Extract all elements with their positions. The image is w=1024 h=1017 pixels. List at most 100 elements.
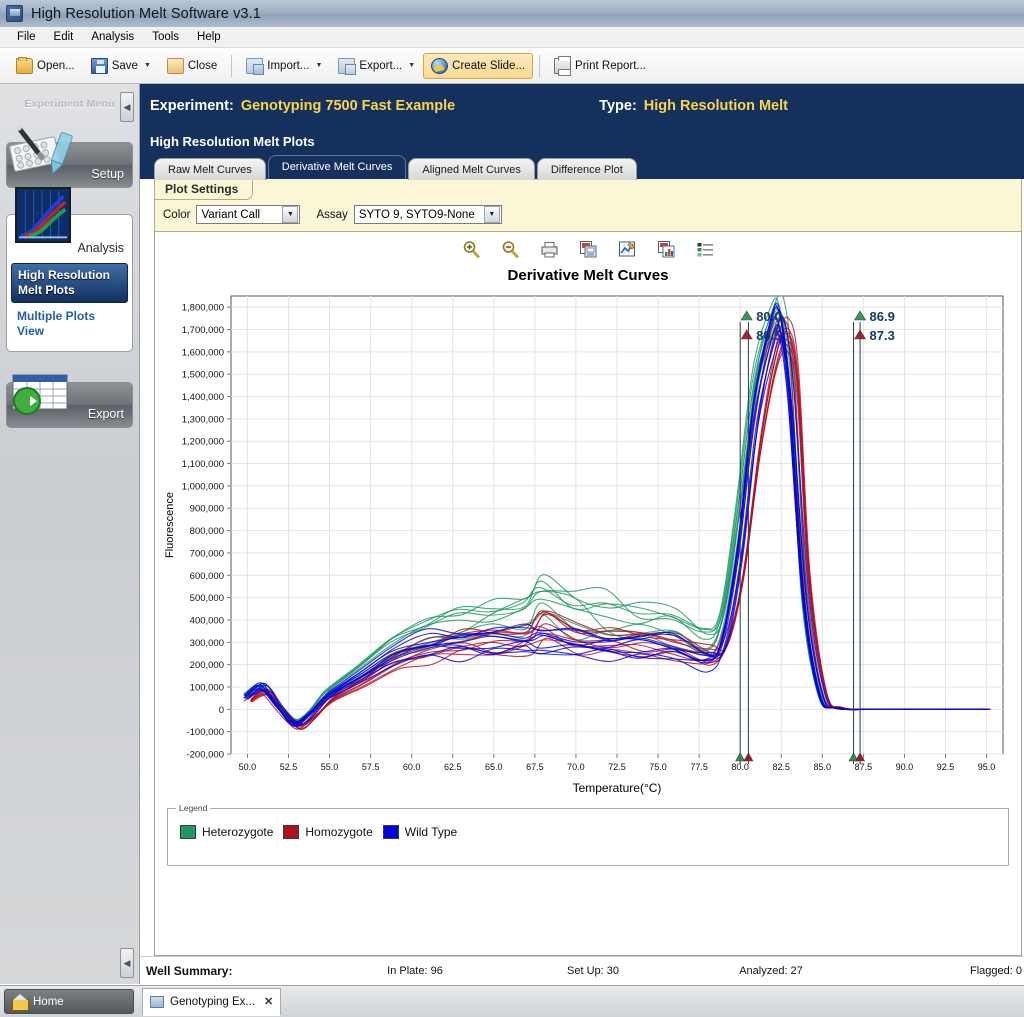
folder-open-icon xyxy=(16,56,33,74)
color-select-value: Variant Call xyxy=(201,208,261,221)
legend-caption: Legend xyxy=(176,803,211,813)
sidebar-item-setup[interactable]: Setup xyxy=(6,126,133,188)
menu-item-edit[interactable]: Edit xyxy=(45,29,83,45)
y-tick-label: 1,100,000 xyxy=(182,459,224,470)
marker-value-label: 86.9 xyxy=(870,309,895,324)
chart-toolbar xyxy=(155,232,1021,263)
y-tick-label: -100,000 xyxy=(186,727,224,738)
menu-item-tools[interactable]: Tools xyxy=(143,29,188,45)
tab-derivative-melt-curves[interactable]: Derivative Melt Curves xyxy=(267,155,407,179)
content-area: Experiment: Genotyping 7500 Fast Example… xyxy=(140,84,1024,984)
zoom-in-icon[interactable] xyxy=(462,240,481,259)
export-button-label: Export... xyxy=(359,59,403,72)
legend-item-heterozygote[interactable]: Heterozygote xyxy=(180,825,273,839)
y-tick-label: 800,000 xyxy=(190,526,224,537)
chevron-down-icon[interactable]: ▼ xyxy=(282,206,299,223)
sidebar-section-analysis: Analysis High Resolution Melt Plots Mult… xyxy=(6,187,133,352)
create-slide-button[interactable]: Create Slide... xyxy=(423,52,534,79)
chevron-down-icon[interactable]: ▼ xyxy=(408,62,415,69)
y-tick-label: 600,000 xyxy=(190,571,224,582)
menu-item-analysis[interactable]: Analysis xyxy=(82,29,143,45)
export-button[interactable]: Export... ▼ xyxy=(330,53,423,79)
analysis-panel: Analysis High Resolution Melt Plots Mult… xyxy=(6,187,133,352)
open-button[interactable]: Open... xyxy=(8,53,83,79)
well-summary-in-plate: In Plate: 96 xyxy=(387,964,443,977)
menu-item-file[interactable]: File xyxy=(8,29,45,45)
y-tick-label: 1,500,000 xyxy=(182,370,224,381)
open-button-label: Open... xyxy=(37,59,75,72)
floppy-disk-icon xyxy=(90,57,108,74)
chart-title: Derivative Melt Curves xyxy=(507,267,669,284)
x-tick-label: 82.5 xyxy=(772,762,790,772)
marker-value-label: 87.3 xyxy=(870,328,895,343)
marker-value-label: 80.5 xyxy=(756,328,781,343)
chevron-down-icon[interactable]: ▼ xyxy=(483,206,500,223)
y-tick-label: -200,000 xyxy=(186,750,224,761)
assay-select-value: SYTO 9, SYTO9-None xyxy=(358,208,475,221)
y-tick-label: 1,600,000 xyxy=(182,347,224,358)
tab-aligned-melt-curves[interactable]: Aligned Melt Curves xyxy=(408,158,535,180)
close-icon[interactable]: ✕ xyxy=(264,995,273,1008)
legend-item-wild-type[interactable]: Wild Type xyxy=(382,825,457,839)
window-title: High Resolution Melt Software v3.1 xyxy=(31,5,261,22)
create-slide-button-label: Create Slide... xyxy=(452,59,526,72)
marker-value-label: 80.0 xyxy=(756,309,781,324)
print-report-button[interactable]: Print Report... xyxy=(546,53,654,79)
menu-item-help[interactable]: Help xyxy=(188,29,230,45)
export-table-icon xyxy=(12,374,68,415)
chart-settings-icon[interactable] xyxy=(618,240,637,259)
legend-item-homozygote[interactable]: Homozygote xyxy=(283,825,373,839)
copy-chart-icon[interactable] xyxy=(657,240,676,259)
color-select[interactable]: Variant Call ▼ xyxy=(196,205,301,224)
well-summary-flagged: Flagged: 0 xyxy=(970,964,1022,977)
sidebar-collapse-button[interactable]: ◀ xyxy=(120,92,134,122)
export-icon xyxy=(338,57,357,75)
assay-label: Assay xyxy=(316,208,348,221)
plot-settings-tab[interactable]: Plot Settings xyxy=(155,179,254,200)
chevron-down-icon[interactable]: ▼ xyxy=(315,62,322,69)
x-tick-label: 57.5 xyxy=(362,762,380,772)
experiment-label: Experiment: xyxy=(150,98,234,114)
sidebar-item-setup-label: Setup xyxy=(91,167,124,181)
type-label: Type: xyxy=(599,98,637,114)
plot-settings-tabrow: Plot Settings xyxy=(155,179,1021,200)
sidebar-item-multiple-plots-view[interactable]: Multiple Plots View xyxy=(11,305,128,343)
zoom-out-icon[interactable] xyxy=(501,240,520,259)
tab-raw-melt-curves[interactable]: Raw Melt Curves xyxy=(154,158,266,180)
close-button-label: Close xyxy=(187,59,218,72)
home-button[interactable]: Home xyxy=(4,989,134,1014)
x-tick-label: 92.5 xyxy=(937,762,955,772)
legend-swatch xyxy=(382,825,399,839)
sidebar-item-high-resolution-melt-plots[interactable]: High Resolution Melt Plots xyxy=(11,263,128,303)
sidebar-item-export-label: Export xyxy=(87,407,124,421)
melt-curve-plot[interactable]: 1,800,000 1,700,000 1,600,000 1,500,000 1,40… xyxy=(155,290,1021,802)
legend-items: Heterozygote Homozygote Wild Type xyxy=(168,809,1008,839)
taskbar-tab-genotyping[interactable]: Genotyping Ex... ✕ xyxy=(142,987,282,1016)
y-tick-label: 300,000 xyxy=(190,638,224,649)
sidebar-item-high-resolution-melt-plots-label: High Resolution Melt Plots xyxy=(18,268,110,297)
tab-difference-plot[interactable]: Difference Plot xyxy=(536,158,637,180)
legend-item-homozygote-label: Homozygote xyxy=(305,825,373,839)
sidebar-section-setup: Setup xyxy=(6,126,133,188)
y-tick-label: 100,000 xyxy=(190,682,224,693)
assay-select[interactable]: SYTO 9, SYTO9-None ▼ xyxy=(353,205,502,224)
legend-icon[interactable] xyxy=(696,240,715,259)
window-titlebar: High Resolution Melt Software v3.1 xyxy=(0,0,1024,27)
import-button[interactable]: Import... ▼ xyxy=(238,53,330,79)
experiment-menu-sidebar: Experiment Menu ◀ Setup Analysis High Re… xyxy=(0,84,140,984)
y-tick-label: 400,000 xyxy=(190,615,224,626)
save-image-icon[interactable] xyxy=(579,240,598,259)
well-summary-bar: Well Summary: In Plate: 96 Set Up: 30 An… xyxy=(140,956,1024,984)
create-slide-icon xyxy=(431,57,449,74)
plot-tabs: Raw Melt Curves Derivative Melt Curves A… xyxy=(140,155,1024,180)
folder-close-icon xyxy=(166,57,184,74)
print-icon[interactable] xyxy=(540,240,559,259)
legend-swatch xyxy=(180,825,196,839)
plot-svg[interactable]: 1,800,000 1,700,000 1,600,000 1,500,000 1,40… xyxy=(155,290,1021,802)
save-button[interactable]: Save ▼ xyxy=(83,53,159,79)
chevron-down-icon[interactable]: ▼ xyxy=(144,62,151,69)
x-tick-label: 52.5 xyxy=(280,762,298,772)
sidebar-collapse-bottom-button[interactable]: ◀ xyxy=(120,948,134,978)
close-button[interactable]: Close xyxy=(159,53,225,79)
sidebar-item-export[interactable]: Export xyxy=(6,374,133,428)
